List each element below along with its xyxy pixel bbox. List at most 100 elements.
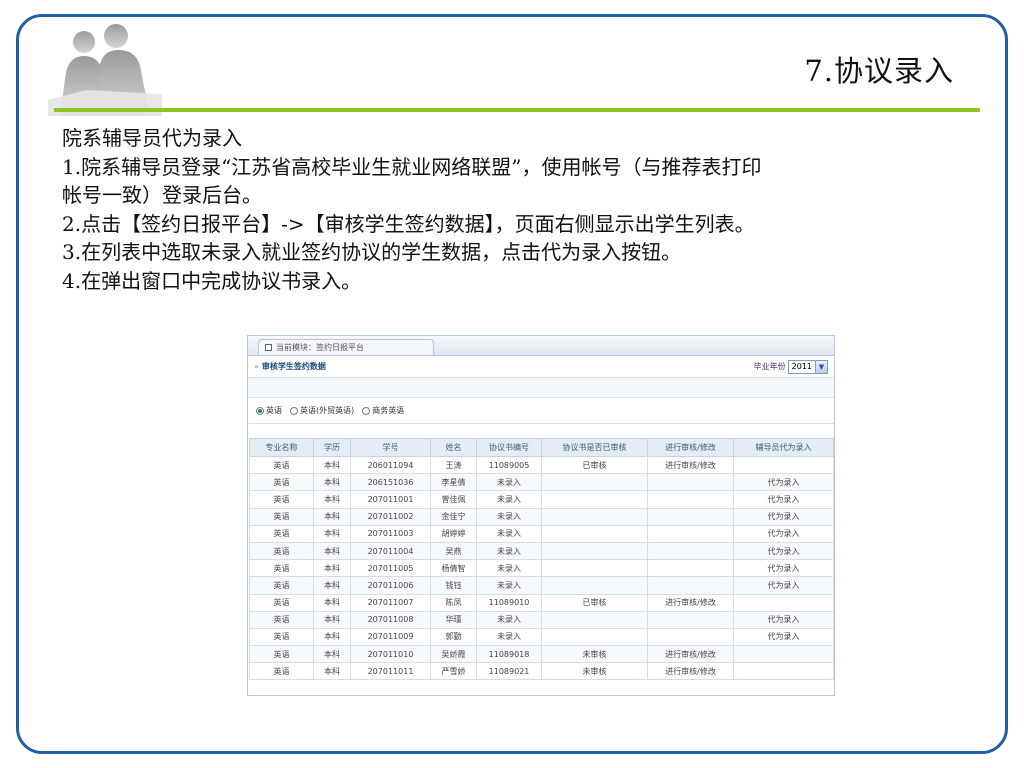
review-edit-link (647, 576, 734, 595)
proxy-entry-link (733, 662, 834, 681)
student-name-cell: 李星倩 (430, 473, 477, 492)
proxy-entry-link[interactable]: 代为录入 (733, 473, 834, 492)
review-edit-link[interactable]: 进行审核/修改 (647, 662, 734, 681)
agreement-number-cell: 11089005 (476, 455, 542, 475)
radio-label: 英语(外贸英语) (300, 406, 355, 415)
major-cell: 英语 (249, 507, 314, 526)
student-name-cell: 钱钰 (430, 576, 477, 595)
graduation-year-label: 毕业年份 (753, 362, 786, 371)
student-name-cell: 胡婷婷 (430, 524, 477, 543)
proxy-entry-link[interactable]: 代为录入 (733, 524, 834, 543)
table-row[interactable]: 英语 本科 207011009 郭勤 未录入 代为录入 (249, 627, 834, 647)
student-name-cell: 吴燕 (430, 541, 477, 561)
radio-label: 商务英语 (372, 406, 405, 415)
review-edit-link[interactable]: 进行审核/修改 (647, 645, 734, 664)
major-cell: 英语 (249, 455, 314, 475)
review-edit-link (647, 610, 734, 629)
major-radio-group: 英语 英语(外贸英语) 商务英语 (248, 398, 834, 424)
review-edit-link[interactable]: 进行审核/修改 (647, 593, 734, 612)
proxy-entry-link (733, 455, 834, 475)
current-module-label: 当前模块：签约日报平台 (276, 343, 364, 352)
student-id-cell: 207011007 (350, 593, 431, 612)
column-header: 协议书是否已审核 (541, 438, 648, 457)
student-name-cell: 吴娇霞 (430, 645, 477, 664)
audit-status-cell: 未审核 (541, 662, 648, 681)
proxy-entry-link[interactable]: 代为录入 (733, 610, 834, 629)
instruction-line-1-cont: 帐号一致）登录后台。 (62, 183, 262, 207)
current-module-tab[interactable]: 当前模块：签约日报平台 (258, 339, 434, 355)
review-edit-link (647, 507, 734, 526)
column-header: 协议书编号 (476, 438, 542, 457)
major-cell: 英语 (249, 662, 314, 681)
agreement-number-cell: 未录入 (476, 559, 542, 578)
degree-cell: 本科 (313, 627, 351, 647)
audit-status-cell (541, 541, 648, 561)
table-row[interactable]: 英语 本科 207011008 华瑾 未录入 代为录入 (249, 610, 834, 629)
audit-status-cell (541, 576, 648, 595)
proxy-entry-link[interactable]: 代为录入 (733, 576, 834, 595)
table-row[interactable]: 英语 本科 207011006 钱钰 未录入 代为录入 (249, 576, 834, 595)
degree-cell: 本科 (313, 610, 351, 629)
agreement-number-cell: 未录入 (476, 473, 542, 492)
agreement-number-cell: 未录入 (476, 576, 542, 595)
proxy-entry-link[interactable]: 代为录入 (733, 559, 834, 578)
graduation-year-select[interactable]: 2011 ▼ (787, 359, 828, 374)
radio-english[interactable]: 英语 (256, 405, 282, 416)
proxy-entry-link (733, 593, 834, 612)
degree-cell: 本科 (313, 559, 351, 578)
table-row[interactable]: 英语 本科 207011002 金佳宁 未录入 代为录入 (249, 507, 834, 526)
chevron-down-icon[interactable]: ▼ (815, 360, 827, 373)
proxy-entry-link[interactable]: 代为录入 (733, 627, 834, 647)
column-header: 学号 (350, 438, 431, 457)
radio-english-trade[interactable]: 英语(外贸英语) (290, 405, 354, 416)
proxy-entry-link[interactable]: 代为录入 (733, 490, 834, 509)
audit-status-cell (541, 490, 648, 509)
audit-status-cell: 已审核 (541, 593, 648, 612)
degree-cell: 本科 (313, 490, 351, 509)
graduation-year-filter: 毕业年份 2011 ▼ (753, 359, 828, 374)
column-header: 学历 (313, 438, 351, 457)
proxy-entry-link[interactable]: 代为录入 (733, 541, 834, 561)
radio-selected-icon[interactable] (256, 406, 264, 415)
table-row[interactable]: 英语 本科 206011094 王涛 11089005 已审核 进行审核/修改 (249, 455, 834, 475)
agreement-number-cell: 未录入 (476, 627, 542, 647)
agreement-number-cell: 未录入 (476, 541, 542, 561)
agreement-number-cell: 未录入 (476, 507, 542, 526)
instruction-line-4: 4.在弹出窗口中完成协议书录入。 (62, 268, 362, 293)
agreement-number-cell: 11089010 (476, 593, 542, 612)
major-cell: 英语 (249, 645, 314, 664)
radio-unselected-icon[interactable] (290, 406, 298, 415)
instruction-line-heading: 院系辅导员代为录入 (62, 126, 242, 150)
table-body: 英语 本科 206011094 王涛 11089005 已审核 进行审核/修改 英语 本科 206… (249, 455, 834, 681)
radio-unselected-icon[interactable] (362, 406, 371, 415)
instruction-line-3: 3.在列表中选取未录入就业签约协议的学生数据，点击代为录入按钮。 (62, 240, 682, 264)
agreement-number-cell: 11089021 (476, 662, 542, 681)
table-row[interactable]: 英语 本科 206151036 李星倩 未录入 代为录入 (249, 473, 834, 492)
review-edit-link (647, 524, 734, 543)
major-cell: 英语 (249, 559, 314, 578)
table-row[interactable]: 英语 本科 207011010 吴娇霞 11089018 未审核 进行审核/修改 (249, 645, 834, 664)
student-name-cell: 严雪娇 (430, 662, 477, 681)
radio-business-english[interactable]: 商务英语 (362, 405, 404, 416)
embedded-screenshot: 当前模块：签约日报平台 » 审核学生签约数据 毕业年份 2011 ▼ 英语 英语… (247, 335, 835, 696)
student-id-cell: 206151036 (350, 473, 431, 492)
major-cell: 英语 (249, 627, 314, 647)
table-row[interactable]: 英语 本科 207011001 曾佳佩 未录入 代为录入 (249, 490, 834, 509)
table-row[interactable]: 英语 本科 207011011 严雪娇 11089021 未审核 进行审核/修改 (249, 662, 834, 681)
proxy-entry-link (733, 645, 834, 664)
table-row[interactable]: 英语 本科 207011005 杨倩智 未录入 代为录入 (249, 559, 834, 578)
major-cell: 英语 (249, 524, 314, 543)
table-row[interactable]: 英语 本科 207011007 陈凤 11089010 已审核 进行审核/修改 (249, 593, 834, 612)
table-row[interactable]: 英语 本科 207011004 吴燕 未录入 代为录入 (249, 541, 834, 561)
table-header-row: 专业名称 学历 学号 姓名 协议书编号 协议书是否已审核 进行审核/修改 辅导员… (249, 438, 834, 457)
student-id-cell: 207011004 (350, 541, 431, 561)
agreement-number-cell: 未录入 (476, 524, 542, 543)
review-edit-link (647, 473, 734, 492)
review-edit-link[interactable]: 进行审核/修改 (647, 455, 734, 475)
panel-title: 审核学生签约数据 (261, 362, 326, 371)
table-row[interactable]: 英语 本科 207011003 胡婷婷 未录入 代为录入 (249, 524, 834, 543)
audit-status-cell (541, 507, 648, 526)
proxy-entry-link[interactable]: 代为录入 (733, 507, 834, 526)
instruction-text: 院系辅导员代为录入 1.院系辅导员登录“江苏省高校毕业生就业网络联盟”，使用帐号… (62, 124, 1002, 295)
slide-title: 7.协议录入 (804, 54, 954, 88)
